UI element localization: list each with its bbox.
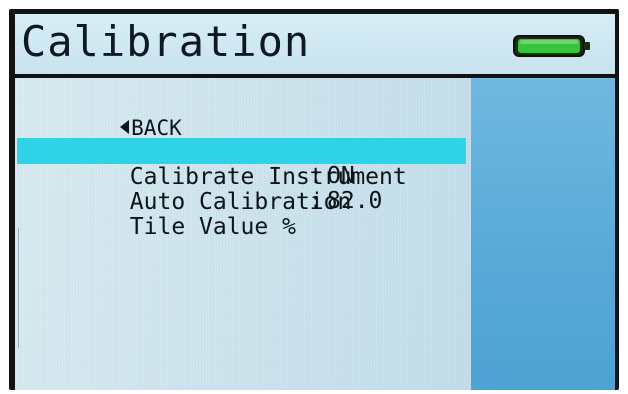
title-bar: Calibration bbox=[15, 14, 615, 74]
menu-item-tile-value[interactable]: Tile Value % : 82.0 bbox=[19, 188, 383, 240]
scroll-track bbox=[18, 228, 19, 348]
menu-item-label: Tile Value % bbox=[129, 214, 296, 240]
auto-calibration-value: ON bbox=[327, 163, 355, 189]
left-triangle-icon bbox=[120, 120, 130, 134]
tile-value-value: 82.0 bbox=[327, 188, 383, 214]
page-title: Calibration bbox=[21, 17, 311, 66]
value-separator: : bbox=[309, 163, 323, 189]
value-separator: : bbox=[309, 188, 323, 214]
battery-full-icon bbox=[513, 35, 590, 57]
back-button[interactable]: BACK bbox=[19, 89, 182, 140]
menu-item-auto-calibration[interactable]: Auto Calibration : ON bbox=[19, 163, 355, 215]
menu-item-calibrate-instrument[interactable]: Calibrate Instrument bbox=[19, 138, 407, 190]
side-panel bbox=[471, 78, 615, 390]
menu-area: BACK Calibrate Instrument Auto Calibrati… bbox=[15, 78, 615, 390]
device: Calibration BACK Calibrate Instrument Au… bbox=[0, 0, 628, 394]
back-label: BACK bbox=[131, 116, 182, 140]
lcd-screen: Calibration BACK Calibrate Instrument Au… bbox=[9, 9, 619, 390]
